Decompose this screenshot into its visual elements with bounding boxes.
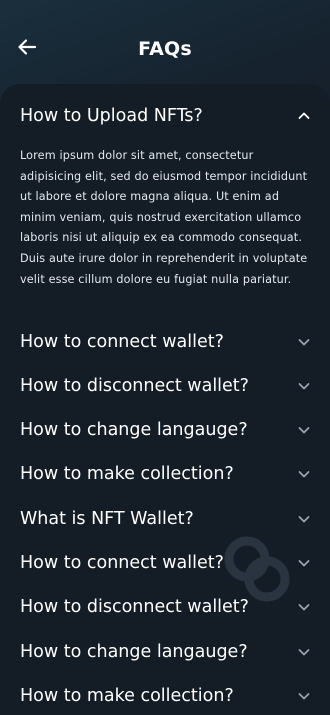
page-title: FAQs xyxy=(138,38,192,60)
faq-question: How to disconnect wallet? xyxy=(20,597,249,617)
chevron-down-icon[interactable] xyxy=(296,644,312,660)
faq-item[interactable]: How to connect wallet? xyxy=(0,541,330,585)
chevron-down-icon[interactable] xyxy=(296,466,312,482)
faq-item[interactable]: How to make collection? xyxy=(0,452,330,496)
app-header: FAQs xyxy=(0,0,330,84)
faq-question: How to make collection? xyxy=(20,686,234,706)
faq-question: How to disconnect wallet? xyxy=(20,376,249,396)
faq-question: How to connect wallet? xyxy=(20,553,224,573)
faq-question-row[interactable]: How to Upload NFTs? xyxy=(0,94,330,138)
chevron-down-icon[interactable] xyxy=(296,599,312,615)
faq-item[interactable]: What is NFT Wallet? xyxy=(0,497,330,541)
chevron-down-icon[interactable] xyxy=(296,334,312,350)
faq-item[interactable]: How to change langauge? xyxy=(0,630,330,674)
faq-question: How to make collection? xyxy=(20,464,234,484)
faq-question: What is NFT Wallet? xyxy=(20,509,194,529)
chevron-down-icon[interactable] xyxy=(296,688,312,704)
faq-item[interactable]: How to connect wallet? xyxy=(0,320,330,364)
chevron-down-icon[interactable] xyxy=(296,378,312,394)
chevron-down-icon[interactable] xyxy=(296,422,312,438)
faq-item[interactable]: How to disconnect wallet? xyxy=(0,364,330,408)
chevron-up-icon[interactable] xyxy=(296,108,312,124)
faq-item[interactable]: How to change langauge? xyxy=(0,408,330,452)
faq-item[interactable]: How to make collection? xyxy=(0,674,330,715)
chevron-down-icon[interactable] xyxy=(296,555,312,571)
faq-item[interactable]: How to disconnect wallet? xyxy=(0,585,330,629)
chevron-down-icon[interactable] xyxy=(296,511,312,527)
faq-question: How to change langauge? xyxy=(20,420,248,440)
faq-question: How to Upload NFTs? xyxy=(20,106,203,126)
faq-question: How to change langauge? xyxy=(20,642,248,662)
faq-answer: Lorem ipsum dolor sit amet, consectetur … xyxy=(20,149,308,286)
faq-panel: How to Upload NFTs? Lorem ipsum dolor si… xyxy=(0,84,330,715)
faq-question: How to connect wallet? xyxy=(20,332,224,352)
